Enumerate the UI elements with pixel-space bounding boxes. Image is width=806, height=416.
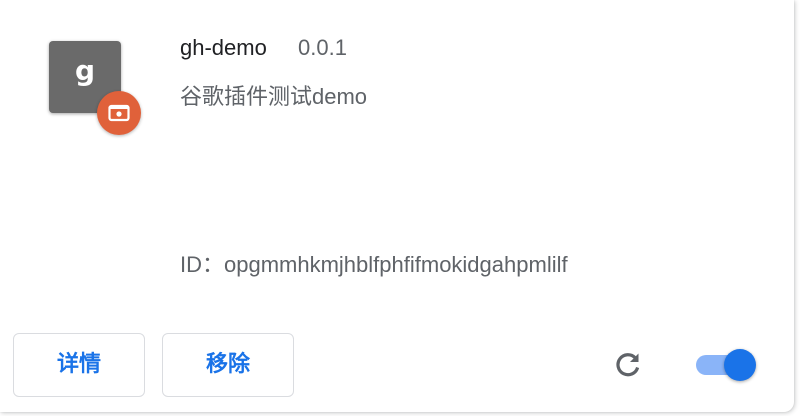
unpacked-extension-badge-icon [97, 91, 141, 135]
extension-id: ID：opgmmhkmjhblfphfifmokidgahpmlilf [180, 252, 568, 277]
remove-button[interactable]: 移除 [162, 333, 294, 397]
details-button[interactable]: 详情 [13, 333, 145, 397]
reload-icon[interactable] [611, 348, 645, 382]
extension-card: g gh-demo 0.0.1 谷歌插件测试demo ID：opgmmhkmjh… [0, 0, 794, 412]
extension-description: 谷歌插件测试demo [180, 84, 368, 109]
hard-drive-icon [108, 104, 130, 122]
extension-version: 0.0.1 [298, 35, 347, 60]
enable-toggle[interactable] [694, 348, 760, 382]
extension-icon-letter: g [74, 54, 96, 87]
extension-name: gh-demo [180, 35, 267, 60]
toggle-knob [724, 349, 756, 381]
